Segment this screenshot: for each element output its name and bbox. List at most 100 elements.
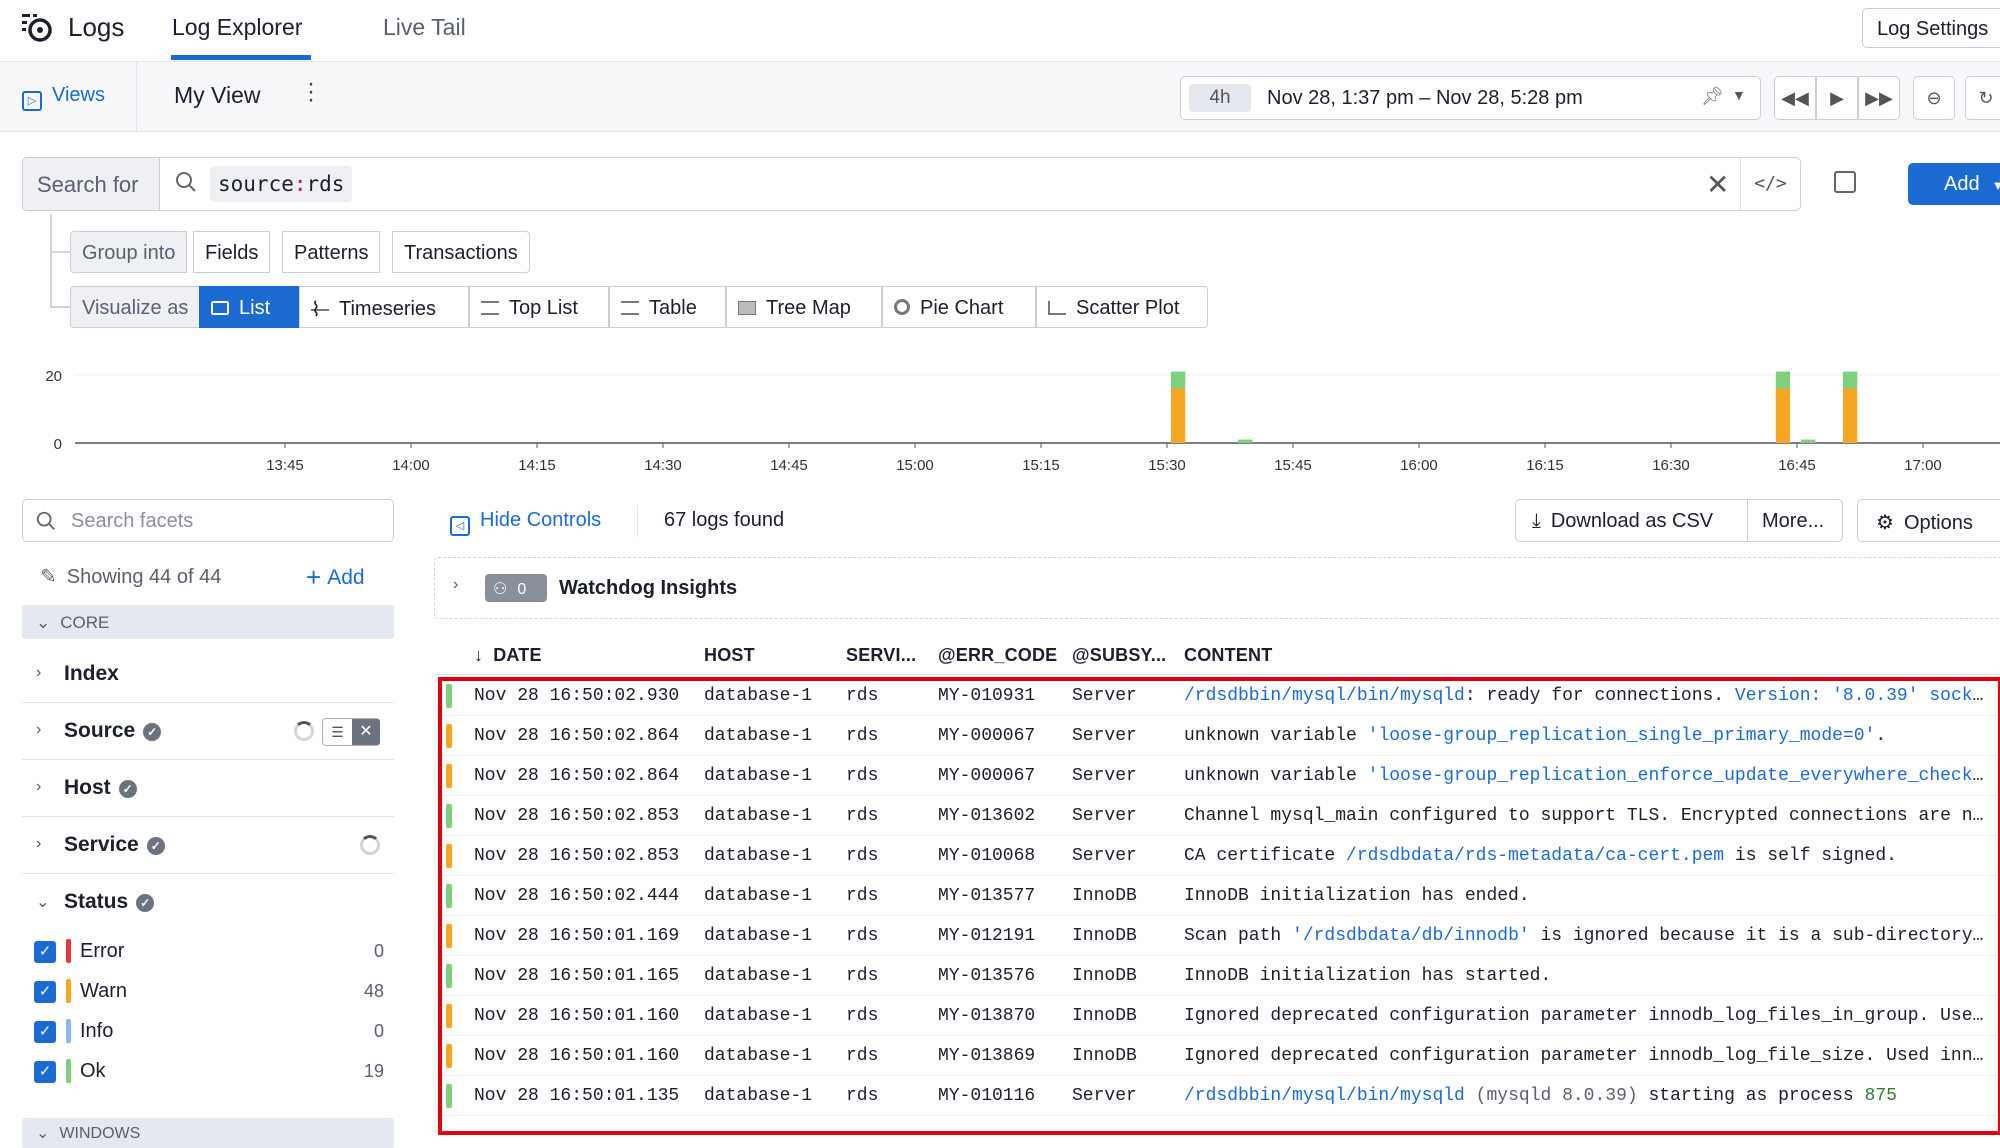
bar-ok <box>1843 371 1858 389</box>
checkbox[interactable]: ✓ <box>34 1061 56 1083</box>
status-option-error[interactable]: ✓ Error 0 <box>34 937 384 967</box>
log-row[interactable]: Nov 28 16:50:02.444 database-1 rds MY-01357… <box>434 876 2000 916</box>
current-view-name[interactable]: My View <box>174 82 261 109</box>
checkbox[interactable]: ✓ <box>34 981 56 1003</box>
clear-search-icon[interactable]: ✕ <box>1706 168 1729 201</box>
vis-option-table[interactable]: Table <box>609 286 726 328</box>
log-content-segment: . <box>1875 726 1887 746</box>
close-icon[interactable]: ✕ <box>352 719 380 745</box>
vis-option-list[interactable]: List <box>199 286 299 328</box>
facet-name: Source ✓ <box>64 719 162 743</box>
group-option-transactions[interactable]: Transactions <box>392 231 530 273</box>
log-volume-chart[interactable]: 20 0 13:45 14:00 14:15 14:30 14:45 15:00 15:15 15… <box>0 355 2000 475</box>
group-option-fields[interactable]: Fields <box>193 231 271 273</box>
vis-option-tree-map[interactable]: Tree Map <box>726 286 882 328</box>
view-menu-kebab-icon[interactable]: · · · <box>306 72 316 112</box>
facet-status[interactable]: ⌄ Status ✓ <box>22 874 394 931</box>
x-tick-label: 14:45 <box>770 457 808 474</box>
log-row[interactable]: Nov 28 16:50:01.160 database-1 rds MY-01387… <box>434 996 2000 1036</box>
log-content-segment: CA certificate <box>1184 846 1347 866</box>
download-csv-button[interactable]: ⤓ Download as CSV <box>1515 499 1748 542</box>
copy-icon[interactable] <box>1834 171 1856 193</box>
time-range-picker[interactable]: 4h Nov 28, 1:37 pm – Nov 28, 5:28 pm 📌︎ … <box>1180 76 1761 120</box>
verified-icon: ✓ <box>146 837 165 855</box>
chevron-down-icon[interactable]: ▼ <box>1732 87 1746 103</box>
checkbox[interactable]: ✓ <box>34 941 56 963</box>
column-header-service[interactable]: SERVI... <box>846 645 916 666</box>
log-row[interactable]: Nov 28 16:50:01.135 database-1 rds MY-01011… <box>434 1076 2000 1116</box>
core-section-header[interactable]: ⌄ CORE <box>22 605 394 639</box>
plus-icon: + <box>306 562 322 592</box>
tree-connector <box>50 306 70 308</box>
refresh-button[interactable]: ↻ <box>1965 76 2000 120</box>
facet-filter-toggle[interactable]: ☰ ✕ <box>322 718 380 746</box>
log-service: rds <box>846 926 879 946</box>
log-subsystem: InnoDB <box>1072 1046 1137 1066</box>
tab-log-explorer[interactable]: Log Explorer <box>172 14 302 41</box>
zoom-out-button[interactable]: ⊖ <box>1913 76 1955 120</box>
windows-section-header[interactable]: ⌄ WINDOWS <box>22 1118 394 1148</box>
more-button[interactable]: More... <box>1747 499 1843 542</box>
group-option-patterns[interactable]: Patterns <box>282 231 381 273</box>
log-content: CA certificate /rdsdbdata/rds-metadata/c… <box>1184 846 1984 866</box>
tab-live-tail[interactable]: Live Tail <box>383 14 466 41</box>
log-row[interactable]: Nov 28 16:50:02.864 database-1 rds MY-00006… <box>434 756 2000 796</box>
column-header-host[interactable]: HOST <box>704 645 755 666</box>
watchdog-badge: ⚇ 0 <box>485 574 547 602</box>
status-option-warn[interactable]: ✓ Warn 48 <box>34 977 384 1007</box>
filter-icon[interactable]: ☰ <box>323 719 352 745</box>
log-row[interactable]: Nov 28 16:50:01.160 database-1 rds MY-01386… <box>434 1036 2000 1076</box>
divider <box>637 505 638 537</box>
pin-icon[interactable]: 📌︎ <box>1701 86 1724 107</box>
views-button[interactable]: ▷ Views <box>22 84 105 111</box>
windows-section-label: WINDOWS <box>59 1125 141 1142</box>
log-subsystem: Server <box>1072 726 1137 746</box>
column-header-subsystem[interactable]: @SUBSY... <box>1072 645 1166 666</box>
vis-option-pie-chart[interactable]: Pie Chart <box>882 286 1036 328</box>
log-content-segment: 875 <box>1864 1086 1897 1106</box>
log-service: rds <box>846 806 879 826</box>
watchdog-insights-panel[interactable]: › ⚇ 0 Watchdog Insights <box>434 557 2000 619</box>
chevron-right-icon: › <box>36 835 42 852</box>
log-row[interactable]: Nov 28 16:50:02.864 database-1 rds MY-00006… <box>434 716 2000 756</box>
log-row[interactable]: Nov 28 16:50:02.930 database-1 rds MY-01093… <box>434 676 2000 716</box>
search-input[interactable]: source:rds ✕ </> <box>159 157 1801 211</box>
view-bar: ▷ Views My View · · · 4h Nov 28, 1:37 pm – … <box>0 62 2000 132</box>
pencil-icon[interactable]: ✎ <box>40 564 57 589</box>
facet-source[interactable]: › Source ✓ ☰ ✕ <box>22 703 394 760</box>
log-row[interactable]: Nov 28 16:50:01.169 database-1 rds MY-01219… <box>434 916 2000 956</box>
facet-index[interactable]: › Index <box>22 646 394 703</box>
scatter-plot-icon <box>1048 301 1066 315</box>
x-tick-label: 16:45 <box>1778 457 1816 474</box>
vis-option-timeseries[interactable]: ⌇ Timeseries <box>299 286 469 328</box>
options-button[interactable]: ⚙ Options <box>1857 499 2000 542</box>
facet-service[interactable]: › Service ✓ <box>22 817 394 874</box>
log-settings-button[interactable]: Log Settings <box>1862 8 2000 48</box>
log-row[interactable]: Nov 28 16:50:02.853 database-1 rds MY-01360… <box>434 796 2000 836</box>
query-token[interactable]: source:rds <box>210 166 353 202</box>
log-content-segment: unknown variable <box>1184 726 1368 746</box>
column-header-err-code[interactable]: @ERR_CODE <box>938 645 1057 666</box>
column-header-content[interactable]: CONTENT <box>1184 645 1272 666</box>
vis-option-scatter-plot[interactable]: Scatter Plot <box>1036 286 1208 328</box>
log-row[interactable]: Nov 28 16:50:01.165 database-1 rds MY-01357… <box>434 956 2000 996</box>
status-option-ok[interactable]: ✓ Ok 19 <box>34 1057 384 1087</box>
code-view-icon[interactable]: </> <box>1740 158 1800 210</box>
facet-search-input[interactable] <box>71 510 371 533</box>
status-color-bar <box>446 964 452 988</box>
facet-host[interactable]: › Host ✓ <box>22 760 394 817</box>
log-row[interactable]: Nov 28 16:50:02.853 database-1 rds MY-01006… <box>434 836 2000 876</box>
status-option-info[interactable]: ✓ Info 0 <box>34 1017 384 1047</box>
add-button[interactable]: Add ▼ <box>1908 163 2000 205</box>
hide-controls-button[interactable]: ◁ Hide Controls <box>450 509 601 536</box>
play-button[interactable]: ▶ <box>1816 76 1858 120</box>
add-facet-button[interactable]: + Add <box>306 562 365 593</box>
log-date: Nov 28 16:50:01.160 <box>474 1046 680 1066</box>
fast-forward-button[interactable]: ▶▶ <box>1858 76 1900 120</box>
log-host: database-1 <box>704 966 813 986</box>
column-header-date[interactable]: ↓ DATE <box>474 645 542 666</box>
facet-search-field[interactable] <box>22 499 394 542</box>
rewind-button[interactable]: ◀◀ <box>1774 76 1816 120</box>
checkbox[interactable]: ✓ <box>34 1021 56 1043</box>
vis-option-top-list[interactable]: Top List <box>469 286 609 328</box>
